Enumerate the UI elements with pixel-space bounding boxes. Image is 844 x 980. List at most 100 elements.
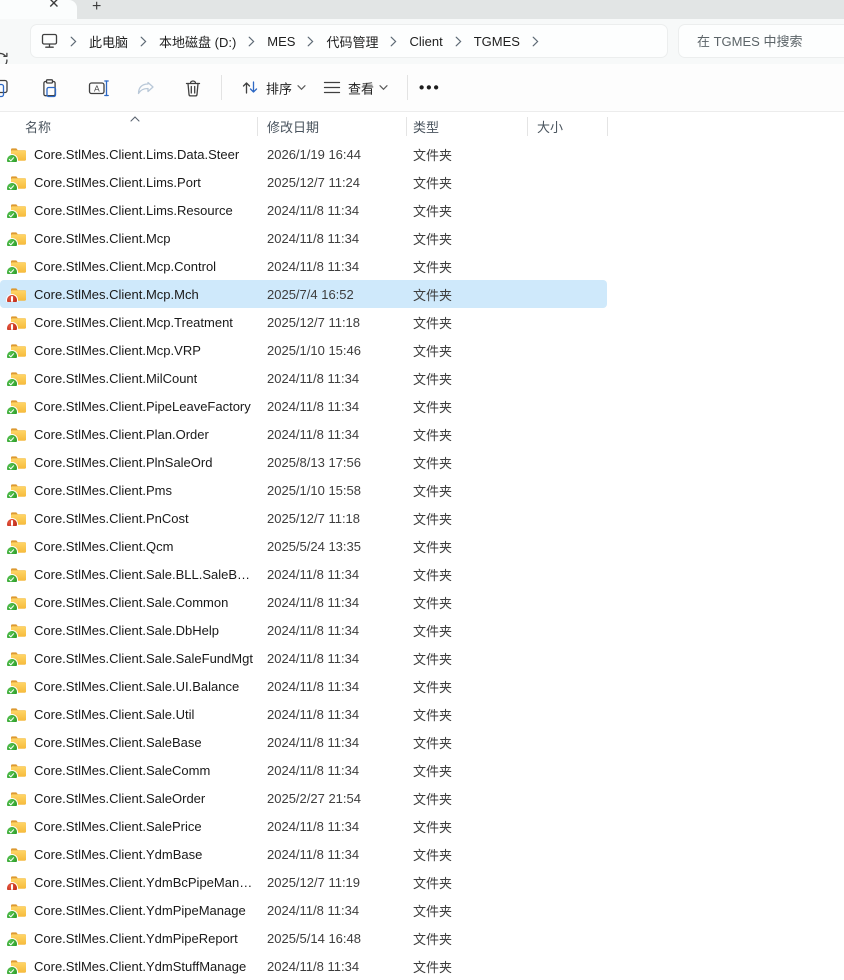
folder-icon [10,847,27,862]
file-row[interactable]: Core.StlMes.Client.Lims.Resource 2024/11… [0,196,607,224]
sort-icon [240,79,260,97]
file-date-modified: 2025/8/13 17:56 [257,455,406,470]
file-row[interactable]: Core.StlMes.Client.SaleOrder 2025/2/27 2… [0,784,607,812]
file-row[interactable]: Core.StlMes.Client.Plan.Order 2024/11/8 … [0,420,607,448]
file-row[interactable]: Core.StlMes.Client.YdmPipeManage 2024/11… [0,896,607,924]
search-box[interactable] [678,24,844,58]
file-row[interactable]: Core.StlMes.Client.Mcp.Treatment 2025/12… [0,308,607,336]
view-label: 查看 [348,78,374,97]
svn-status-badge [7,603,17,610]
file-row[interactable]: Core.StlMes.Client.SalePrice 2024/11/8 1… [0,812,607,840]
breadcrumb-item[interactable]: TGMES [472,34,522,49]
file-row[interactable]: Core.StlMes.Client.YdmBase 2024/11/8 11:… [0,840,607,868]
address-bar[interactable]: 此电脑 本地磁盘 (D:) MES 代码管理 Client TGMES [30,24,668,58]
folder-icon [10,343,27,358]
file-row[interactable]: Core.StlMes.Client.PnCost 2025/12/7 11:1… [0,504,607,532]
search-input[interactable] [695,33,844,50]
file-date-modified: 2025/5/14 16:48 [257,931,406,946]
column-header-type[interactable]: 类型 [406,117,527,136]
column-divider[interactable] [607,117,608,136]
chevron-right-icon[interactable] [130,36,157,47]
this-pc-icon[interactable] [41,33,58,49]
file-type: 文件夹 [406,313,527,332]
file-name: Core.StlMes.Client.SalePrice [34,819,202,834]
file-name: Core.StlMes.Client.Pms [34,483,172,498]
svn-status-badge [7,799,17,806]
delete-icon[interactable] [183,78,203,98]
chevron-right-icon[interactable] [445,36,472,47]
file-name: Core.StlMes.Client.Mcp.Control [34,259,216,274]
file-date-modified: 2024/11/8 11:34 [257,903,406,918]
file-list: Core.StlMes.Client.Lims.Data.Steer 2026/… [0,140,607,980]
file-name: Core.StlMes.Client.YdmBcPipeManage [34,875,257,890]
chevron-right-icon[interactable] [297,36,324,47]
file-type: 文件夹 [406,621,527,640]
file-type: 文件夹 [406,733,527,752]
breadcrumb-item[interactable]: 本地磁盘 (D:) [157,32,238,51]
file-row[interactable]: Core.StlMes.Client.Sale.Common 2024/11/8… [0,588,607,616]
file-type: 文件夹 [406,229,527,248]
file-row[interactable]: Core.StlMes.Client.Mcp 2024/11/8 11:34 文… [0,224,607,252]
column-divider[interactable] [406,117,407,136]
breadcrumb-item[interactable]: Client [407,34,444,49]
svn-status-badge [7,155,17,162]
file-row[interactable]: Core.StlMes.Client.Mcp.VRP 2025/1/10 15:… [0,336,607,364]
breadcrumb-item[interactable]: MES [265,34,297,49]
active-tab[interactable]: ✕ [0,0,77,19]
file-row[interactable]: Core.StlMes.Client.Pms 2025/1/10 15:58 文… [0,476,607,504]
rename-icon[interactable]: A [88,78,110,98]
svn-status-badge [7,463,17,470]
chevron-right-icon[interactable] [522,36,549,47]
file-type: 文件夹 [406,257,527,276]
folder-icon [10,903,27,918]
file-row[interactable]: Core.StlMes.Client.YdmBcPipeManage 2025/… [0,868,607,896]
file-row[interactable]: Core.StlMes.Client.PipeLeaveFactory 2024… [0,392,607,420]
folder-icon [10,623,27,638]
folder-icon [10,427,27,442]
file-row[interactable]: Core.StlMes.Client.SaleComm 2024/11/8 11… [0,756,607,784]
share-icon[interactable] [135,78,157,98]
paste-icon[interactable] [40,78,60,98]
chevron-right-icon[interactable] [238,36,265,47]
column-header-size[interactable]: 大小 [527,117,607,136]
file-row[interactable]: Core.StlMes.Client.Mcp.Control 2024/11/8… [0,252,607,280]
file-type: 文件夹 [406,705,527,724]
copy-icon[interactable] [0,78,10,98]
file-row[interactable]: Core.StlMes.Client.YdmPipeReport 2025/5/… [0,924,607,952]
file-row[interactable]: Core.StlMes.Client.PlnSaleOrd 2025/8/13 … [0,448,607,476]
sort-button[interactable]: 排序 [240,78,306,97]
file-row[interactable]: Core.StlMes.Client.Sale.SaleFundMgt 2024… [0,644,607,672]
view-button[interactable]: 查看 [322,78,388,97]
tab-close-icon[interactable]: ✕ [48,0,60,13]
file-row[interactable]: Core.StlMes.Client.Mcp.Mch 2025/7/4 16:5… [0,280,607,308]
new-tab-button[interactable]: + [92,0,101,16]
file-row[interactable]: Core.StlMes.Client.SaleBase 2024/11/8 11… [0,728,607,756]
file-row[interactable]: Core.StlMes.Client.MilCount 2024/11/8 11… [0,364,607,392]
breadcrumb-item[interactable]: 此电脑 [87,32,130,51]
chevron-right-icon[interactable] [60,36,87,47]
column-header-date[interactable]: 修改日期 [257,117,406,136]
svn-status-badge [7,855,17,862]
column-divider[interactable] [257,117,258,136]
breadcrumb-item[interactable]: 代码管理 [324,32,380,51]
file-row[interactable]: Core.StlMes.Client.Sale.DbHelp 2024/11/8… [0,616,607,644]
sort-ascending-icon [130,110,140,125]
file-type: 文件夹 [406,425,527,444]
svn-status-badge [7,267,17,274]
svn-status-badge [7,323,17,330]
file-row[interactable]: Core.StlMes.Client.Lims.Port 2025/12/7 1… [0,168,607,196]
file-name: Core.StlMes.Client.Mcp [34,231,171,246]
file-row[interactable]: Core.StlMes.Client.Sale.Util 2024/11/8 1… [0,700,607,728]
file-row[interactable]: Core.StlMes.Client.Qcm 2025/5/24 13:35 文… [0,532,607,560]
file-row[interactable]: Core.StlMes.Client.Sale.BLL.SaleBusin...… [0,560,607,588]
file-row[interactable]: Core.StlMes.Client.Lims.Data.Steer 2026/… [0,140,607,168]
more-options-button[interactable]: ••• [419,79,441,96]
column-divider[interactable] [527,117,528,136]
file-type: 文件夹 [406,593,527,612]
address-row: 此电脑 本地磁盘 (D:) MES 代码管理 Client TGMES [0,19,844,64]
svn-status-badge [7,939,17,946]
file-row[interactable]: Core.StlMes.Client.Sale.UI.Balance 2024/… [0,672,607,700]
chevron-right-icon[interactable] [380,36,407,47]
file-row[interactable]: Core.StlMes.Client.YdmStuffManage 2024/1… [0,952,607,980]
column-header-name[interactable]: 名称 [0,117,257,136]
